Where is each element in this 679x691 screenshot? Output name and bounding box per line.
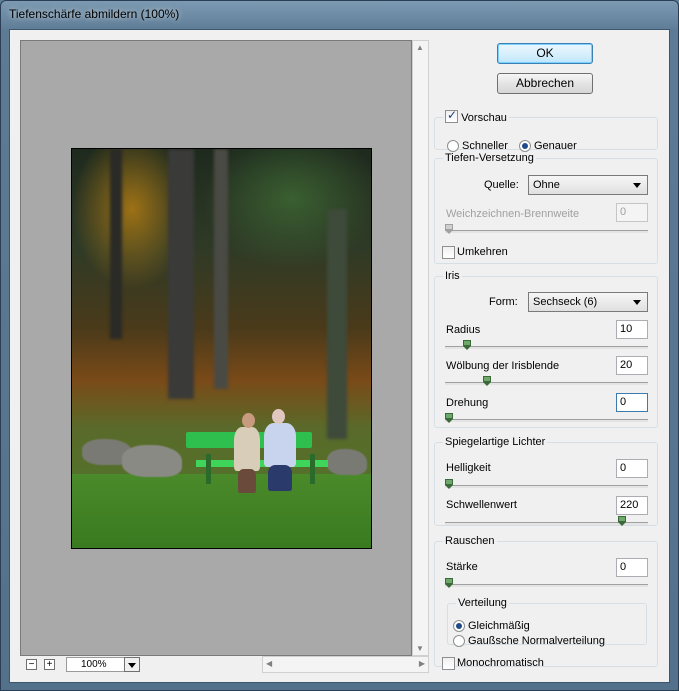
- brightness-slider[interactable]: [445, 479, 648, 491]
- depth-map-legend: Tiefen-Versetzung: [445, 152, 534, 164]
- dialog-client-area: ▲ ▼ − + 100% ◀ ▶ OK Abbrechen Vorschau S…: [9, 29, 670, 683]
- radio-faster[interactable]: [447, 140, 459, 152]
- radio-uniform-label: Gleichmäßig: [468, 620, 530, 632]
- zoom-dropdown-button[interactable]: [124, 657, 140, 672]
- preview-checkbox-row[interactable]: Vorschau: [443, 108, 509, 124]
- radio-gaussian-label: Gaußsche Normalverteilung: [468, 635, 605, 647]
- zoom-in-button[interactable]: +: [44, 659, 55, 670]
- blade-curvature-slider[interactable]: [445, 376, 648, 388]
- radio-uniform[interactable]: [453, 620, 465, 632]
- shape-dropdown-value: Sechseck (6): [533, 296, 598, 308]
- cancel-button[interactable]: Abbrechen: [497, 73, 593, 94]
- radius-slider[interactable]: [445, 340, 648, 352]
- radio-gaussian[interactable]: [453, 635, 465, 647]
- scroll-down-arrow-icon[interactable]: ▼: [416, 644, 424, 653]
- rotation-field[interactable]: 0: [616, 393, 648, 412]
- noise-group: Rauschen Stärke 0 Verteilung Gleichmäßig…: [434, 535, 658, 670]
- iris-legend: Iris: [445, 270, 460, 282]
- title-bar[interactable]: Tiefenschärfe abmildern (100%): [1, 1, 678, 29]
- source-dropdown-value: Ohne: [533, 179, 560, 191]
- distribution-legend: Verteilung: [458, 597, 507, 609]
- preview-zoom-bar: − + 100% ◀ ▶: [20, 656, 429, 674]
- slider-thumb-icon[interactable]: [445, 578, 453, 589]
- radius-field[interactable]: 10: [616, 320, 648, 339]
- zoom-level-field[interactable]: 100%: [66, 657, 126, 672]
- dialog-window: Tiefenschärfe abmildern (100%) ▲ ▼ − + 1…: [0, 0, 679, 691]
- threshold-slider[interactable]: [445, 516, 648, 528]
- blade-curvature-label: Wölbung der Irisblende: [446, 360, 560, 372]
- blur-focal-distance-field[interactable]: 0: [616, 203, 648, 222]
- rotation-slider[interactable]: [445, 413, 648, 425]
- window-title: Tiefenschärfe abmildern (100%): [9, 7, 180, 21]
- monochromatic-checkbox[interactable]: [442, 657, 455, 670]
- slider-thumb-icon[interactable]: [463, 340, 471, 351]
- source-dropdown[interactable]: Ohne: [528, 175, 648, 195]
- depth-map-group: Tiefen-Versetzung Quelle: Ohne Weichzeic…: [434, 152, 658, 264]
- slider-thumb-icon[interactable]: [483, 376, 491, 387]
- preview-horizontal-scrollbar[interactable]: ◀ ▶: [262, 656, 429, 673]
- slider-thumb-icon[interactable]: [445, 224, 453, 235]
- preview-pane[interactable]: [20, 40, 412, 656]
- preview-checkbox[interactable]: [445, 108, 458, 123]
- ok-button[interactable]: OK: [497, 43, 593, 64]
- slider-thumb-icon[interactable]: [445, 479, 453, 490]
- brightness-field[interactable]: 0: [616, 459, 648, 478]
- specular-highlights-group: Spiegelartige Lichter Helligkeit 0 Schwe…: [434, 436, 658, 526]
- blur-focal-distance-slider[interactable]: [445, 224, 648, 236]
- scroll-left-arrow-icon[interactable]: ◀: [266, 659, 272, 668]
- threshold-label: Schwellenwert: [446, 499, 517, 511]
- radio-accurate-label: Genauer: [534, 140, 577, 152]
- monochromatic-checkbox-label: Monochromatisch: [457, 657, 544, 669]
- iris-group: Iris Form: Sechseck (6) Radius 10 Wölbun…: [434, 270, 658, 428]
- radio-faster-label: Schneller: [462, 140, 508, 152]
- shape-dropdown[interactable]: Sechseck (6): [528, 292, 648, 312]
- invert-checkbox[interactable]: [442, 246, 455, 259]
- noise-legend: Rauschen: [445, 535, 495, 547]
- zoom-out-button[interactable]: −: [26, 659, 37, 670]
- radius-label: Radius: [446, 324, 481, 336]
- invert-checkbox-label: Umkehren: [457, 246, 508, 258]
- slider-thumb-icon[interactable]: [445, 413, 453, 424]
- preview-checkbox-label: Vorschau: [461, 112, 507, 124]
- preview-image: [71, 148, 372, 549]
- radio-accurate[interactable]: [519, 140, 531, 152]
- scroll-up-arrow-icon[interactable]: ▲: [416, 43, 424, 52]
- distribution-group: Verteilung Gleichmäßig Gaußsche Normalve…: [447, 597, 647, 647]
- specular-highlights-legend: Spiegelartige Lichter: [445, 436, 546, 448]
- amount-field[interactable]: 0: [616, 558, 648, 577]
- blur-focal-distance-label: Weichzeichnen-Brennweite: [446, 208, 580, 220]
- amount-label: Stärke: [446, 561, 478, 573]
- shape-label: Form:: [489, 296, 518, 308]
- scroll-right-arrow-icon[interactable]: ▶: [419, 659, 425, 668]
- brightness-label: Helligkeit: [446, 462, 491, 474]
- blade-curvature-field[interactable]: 20: [616, 356, 648, 375]
- slider-thumb-icon[interactable]: [618, 516, 626, 527]
- rotation-label: Drehung: [446, 397, 489, 409]
- threshold-field[interactable]: 220: [616, 496, 648, 515]
- amount-slider[interactable]: [445, 578, 648, 590]
- source-label: Quelle:: [484, 179, 519, 191]
- preview-options-group: Vorschau Schneller Genauer: [434, 108, 658, 152]
- preview-vertical-scrollbar[interactable]: ▲ ▼: [412, 40, 429, 656]
